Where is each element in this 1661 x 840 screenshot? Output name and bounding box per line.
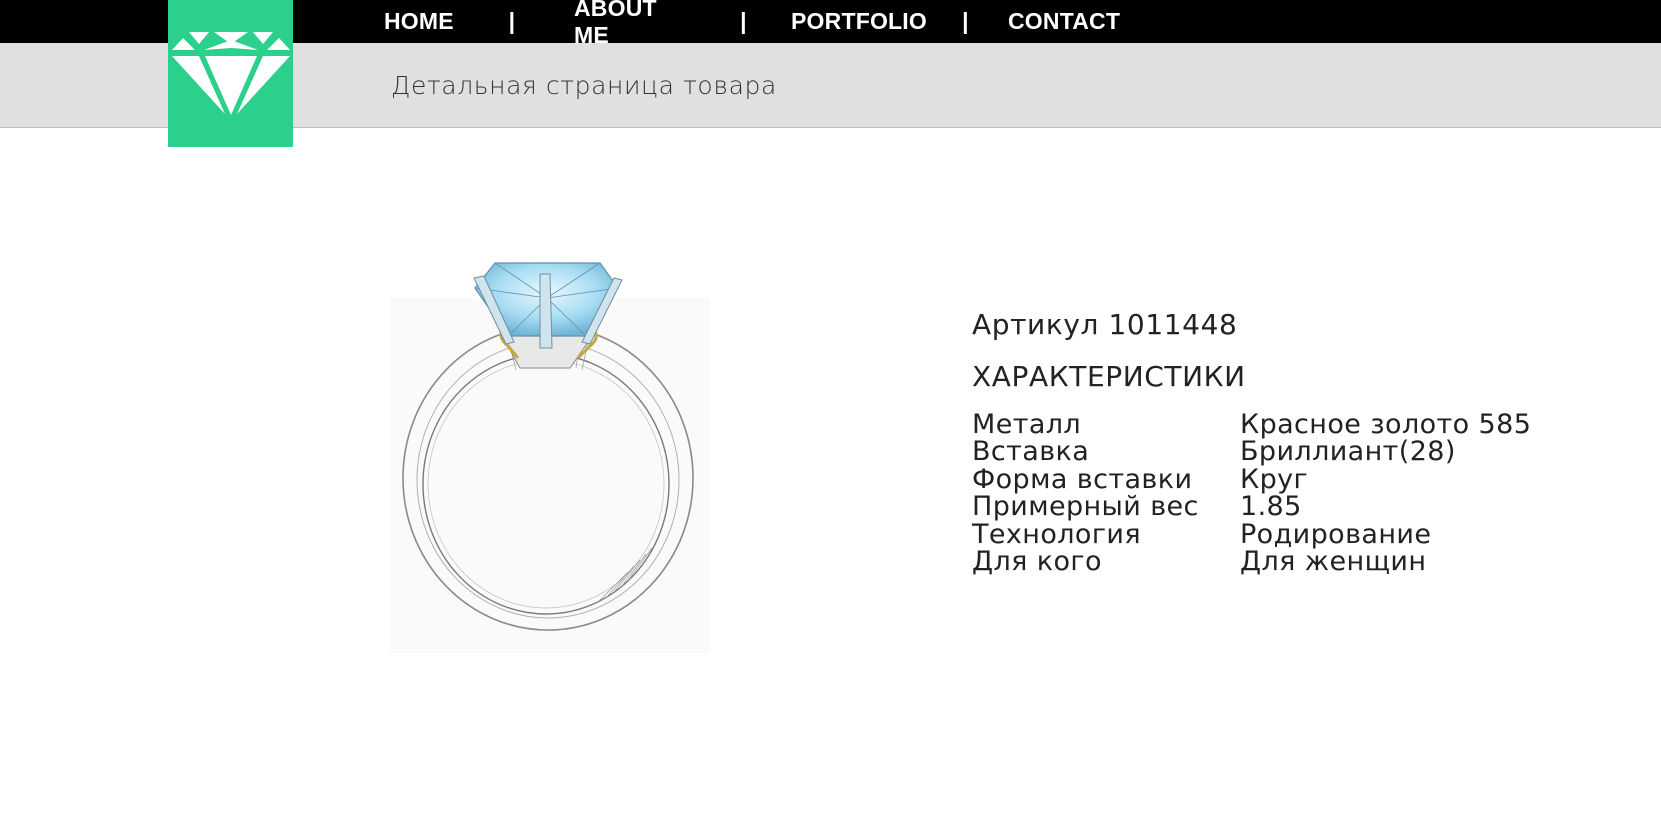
spec-row-insert: Вставка Бриллиант(28) [972,436,1531,468]
spec-key: Примерный вес [972,491,1199,523]
spec-row-technology: Технология Родирование [972,518,1531,550]
nav-separator: | [740,8,747,34]
spec-value: Для женщин [1240,545,1427,577]
nav-home-link[interactable]: HOME [384,8,454,35]
spec-value: Родирование [1240,518,1432,550]
specs-table: Металл Красное золото 585 Вставка Брилли… [972,409,1532,577]
nav-portfolio-link[interactable]: PORTFOLIO [791,8,927,35]
nav-separator: | [508,8,516,34]
site-logo[interactable] [168,0,293,147]
nav-separator: | [962,8,969,34]
spec-key: Для кого [972,545,1102,577]
product-article: Артикул 1011448 [972,308,1238,341]
spec-row-insert-shape: Форма вставки Круг [972,463,1531,495]
spec-value: Круг [1240,463,1309,495]
spec-row-weight: Примерный вес 1.85 [972,491,1531,523]
page-subtitle: Детальная страница товара [391,71,777,100]
spec-key: Форма вставки [972,463,1193,495]
specs-heading: ХАРАКТЕРИСТИКИ [972,360,1246,393]
diamond-icon [171,31,290,115]
spec-value: Бриллиант(28) [1240,436,1456,468]
spec-key: Технология [972,518,1142,550]
main-nav: HOME | ABOUT ME | PORTFOLIO | CONTACT [384,0,1120,48]
spec-value: 1.85 [1240,491,1302,523]
nav-about-link[interactable]: ABOUT ME [574,0,696,49]
spec-key: Вставка [972,436,1090,468]
product-info: Артикул 1011448 ХАРАКТЕРИСТИКИ Металл Кр… [972,305,1531,575]
spec-value: Красное золото 585 [1240,409,1532,440]
spec-row-audience: Для кого Для женщин [972,545,1531,577]
ring-product-image [390,262,710,653]
spec-key: Металл [972,409,1082,440]
spec-row-metal: Металл Красное золото 585 [972,409,1532,440]
nav-contact-link[interactable]: CONTACT [1008,8,1120,35]
